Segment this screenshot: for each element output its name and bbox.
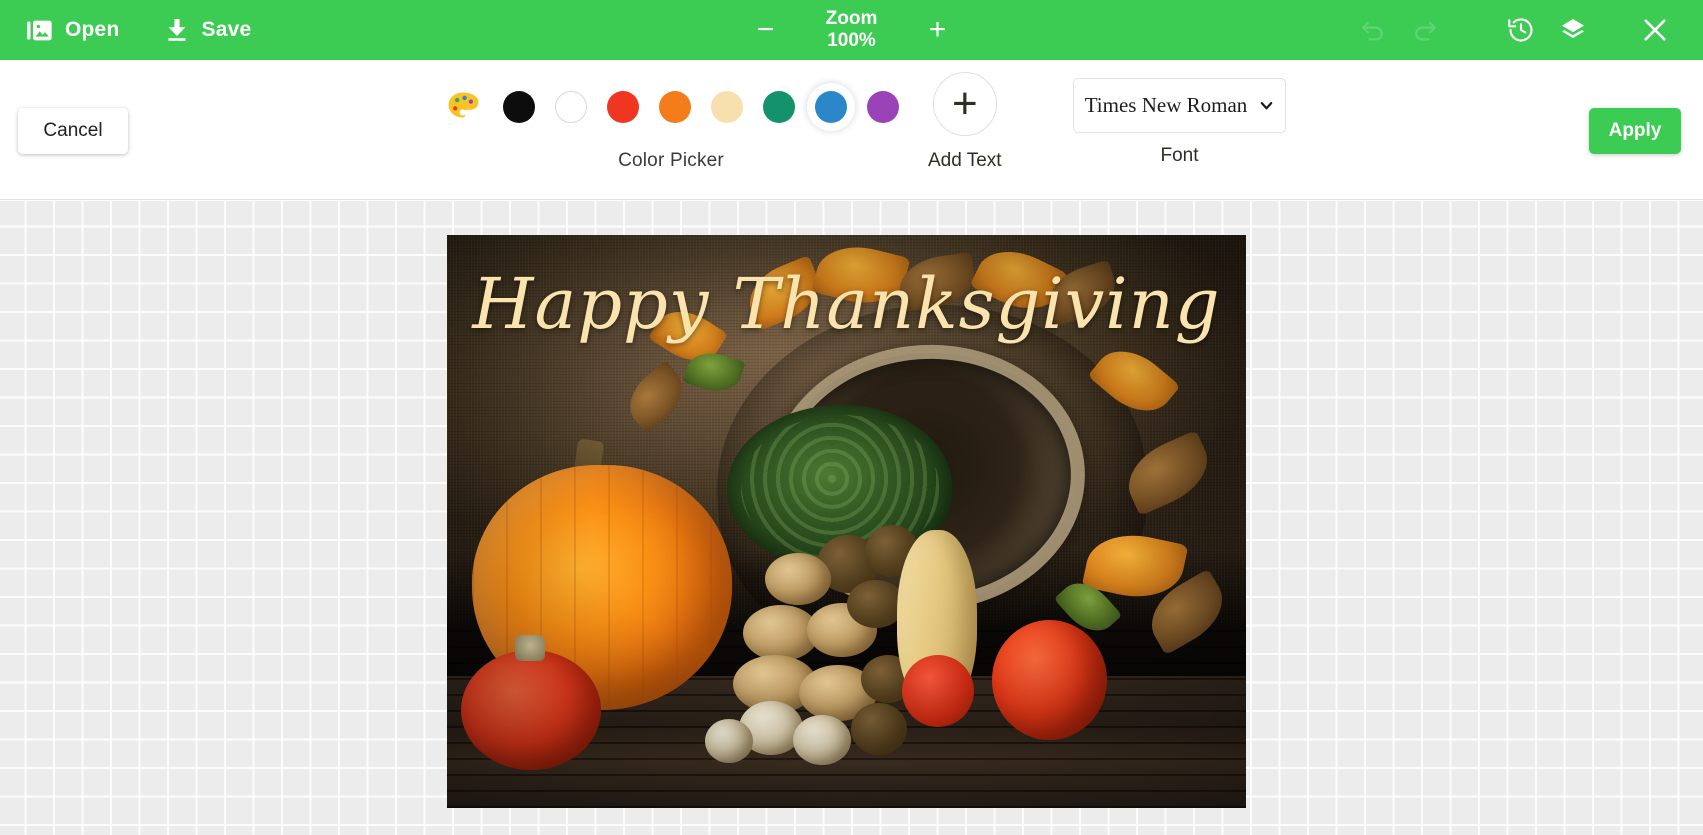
download-icon [165,17,189,43]
color-swatch-purple[interactable] [867,91,899,123]
add-text-group: + Add Text [928,72,1002,172]
layers-icon [1559,16,1587,44]
font-group: Times New Roman Font [1073,78,1286,167]
undo-button[interactable] [1347,4,1399,56]
red-pumpkin [461,650,601,770]
color-palette-icon[interactable] [443,87,483,127]
color-picker-label: Color Picker [618,150,724,171]
red-pumpkin-stem [515,635,545,661]
red-tomato [902,655,974,727]
root-vegetable [765,553,831,605]
font-select[interactable]: Times New Roman [1073,78,1286,133]
add-text-button[interactable]: + [932,72,997,136]
zoom-title: Zoom [825,7,878,29]
canvas-area[interactable]: Happy Thanksgiving [0,201,1703,835]
chevron-down-icon [1259,98,1274,113]
open-button-label: Open [65,18,120,41]
plus-icon: + [951,79,978,128]
save-button-label: Save [201,18,252,41]
mushroom [705,719,753,763]
color-swatch-teal[interactable] [763,91,795,123]
color-swatch-orange[interactable] [659,91,691,123]
redo-arrow-icon [1411,16,1439,44]
history-button[interactable] [1495,4,1547,56]
zoom-control-group: − Zoom 100% + [753,0,951,60]
overlay-text[interactable]: Happy Thanksgiving [447,263,1246,345]
color-swatch-white[interactable] [555,91,587,123]
close-button[interactable] [1629,4,1681,56]
color-swatch-row [443,74,899,140]
zoom-in-button[interactable]: + [925,15,951,45]
zoom-out-button[interactable]: − [753,15,779,45]
font-selected-value: Times New Roman [1084,93,1248,117]
image-canvas[interactable]: Happy Thanksgiving [447,235,1246,808]
color-swatch-cream[interactable] [711,91,743,123]
save-button[interactable]: Save [165,17,251,43]
mushroom [793,715,851,765]
color-swatch-red[interactable] [607,91,639,123]
close-x-icon [1640,15,1670,45]
color-picker-group: Color Picker [443,74,899,172]
apply-button[interactable]: Apply [1589,108,1681,154]
editor-toolbar: Cancel Color Picker + Add Text Times New… [0,60,1703,200]
undo-arrow-icon [1359,16,1387,44]
image-library-icon [26,17,53,44]
red-gourd [992,620,1107,740]
zoom-readout: Zoom 100% [809,8,895,53]
top-toolbar: Open Save − Zoom 100% + [0,0,1703,60]
topbar-right-group [1347,0,1681,60]
redo-button[interactable] [1399,4,1451,56]
cancel-button[interactable]: Cancel [18,108,128,154]
color-swatch-black[interactable] [503,91,535,123]
font-label: Font [1160,145,1199,166]
onion [851,703,907,755]
open-button[interactable]: Open [26,17,119,44]
add-text-label: Add Text [928,150,1002,171]
color-swatch-blue[interactable] [815,91,847,123]
zoom-value: 100% [827,30,876,51]
history-clock-icon [1506,15,1536,45]
layers-button[interactable] [1547,4,1599,56]
topbar-left-group: Open Save [0,17,251,44]
